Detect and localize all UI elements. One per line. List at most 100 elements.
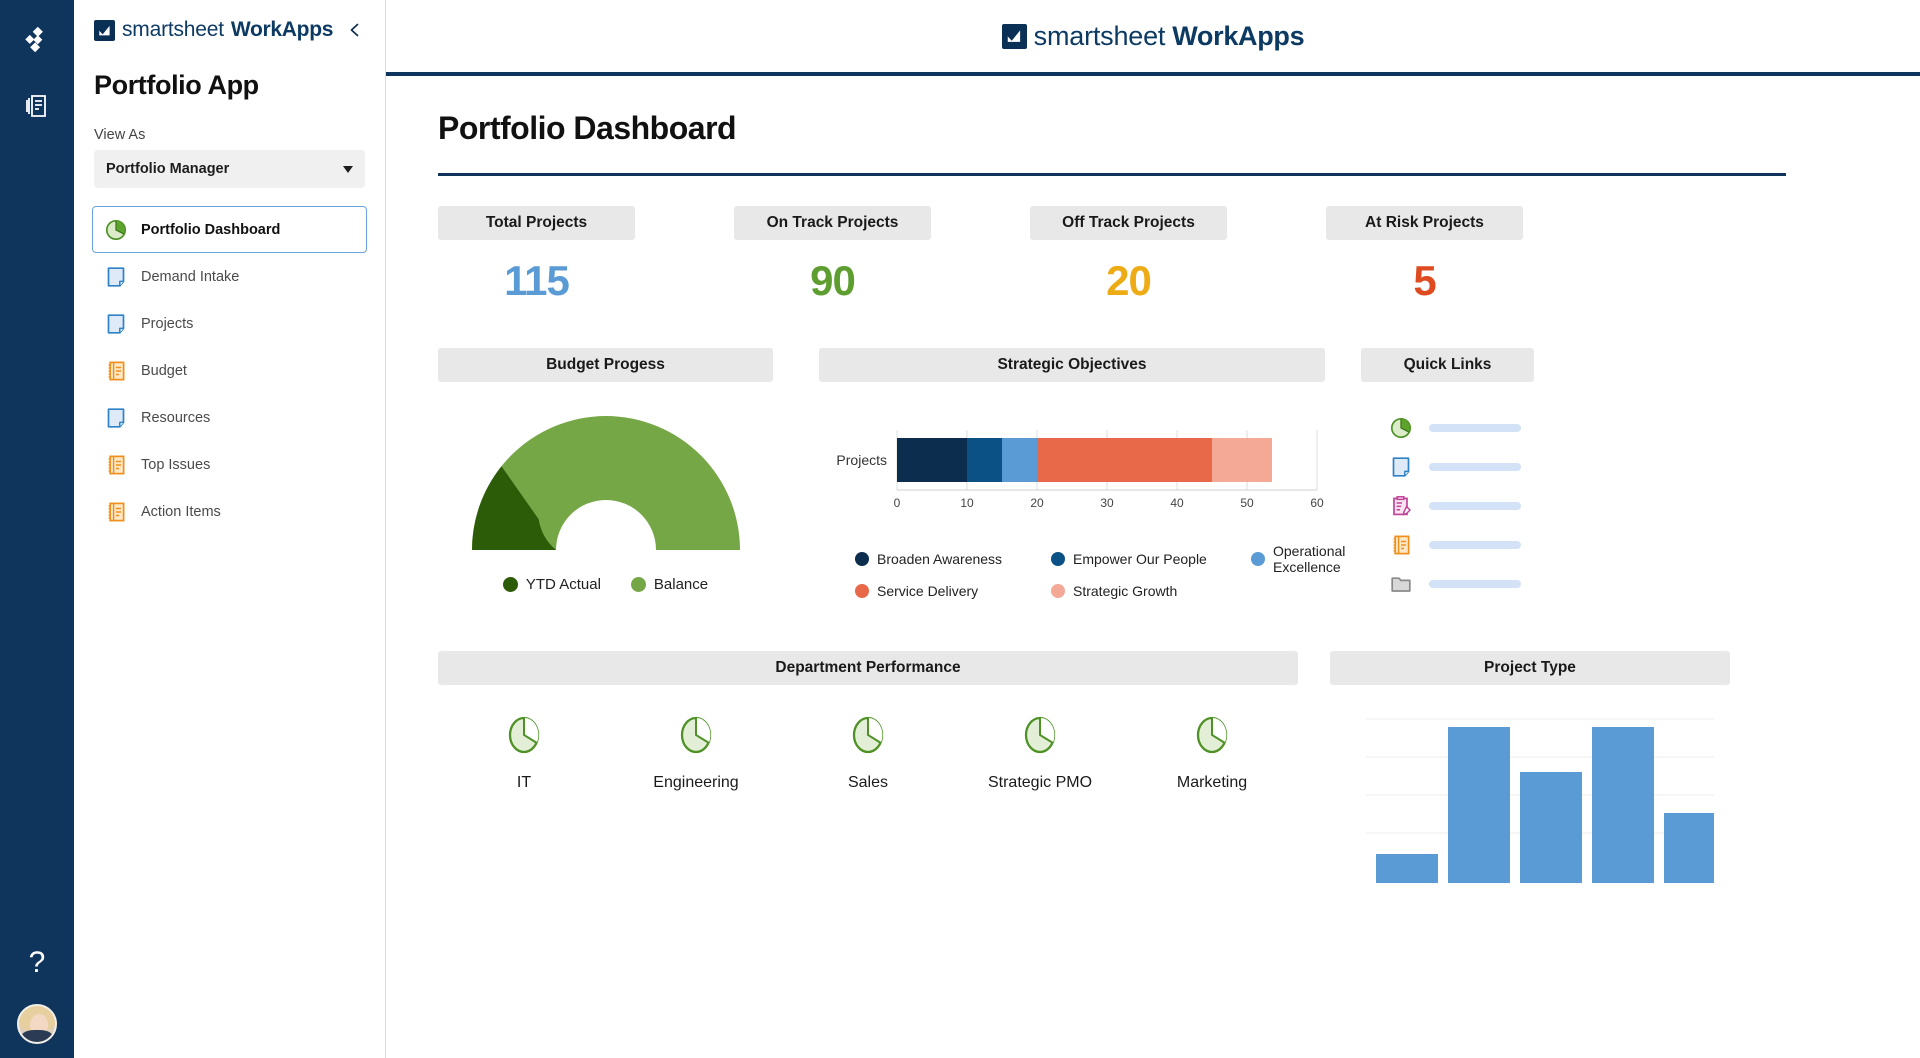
pie-chart-icon xyxy=(506,715,542,760)
bottom-widget-row: Department Performance IT xyxy=(438,651,1920,883)
quick-link-row[interactable] xyxy=(1389,525,1534,564)
smartsheet-logo-mark xyxy=(94,20,115,41)
dashboard-canvas: Portfolio Dashboard Total Projects 115 O… xyxy=(386,76,1920,1058)
sidebar-item-label: Budget xyxy=(141,363,187,379)
legend-swatch xyxy=(1251,552,1265,566)
sidebar-header: smartsheet WorkApps xyxy=(74,0,385,44)
widget-title-strategic: Strategic Objectives xyxy=(819,348,1325,382)
pie-chart-icon xyxy=(104,218,128,242)
view-as-select[interactable]: Portfolio Manager xyxy=(94,150,365,188)
form-icon xyxy=(1389,494,1413,518)
pie-chart-icon xyxy=(850,715,886,760)
quick-link-row[interactable] xyxy=(1389,408,1534,447)
legend-label: Service Delivery xyxy=(877,583,978,599)
sidebar-item-projects[interactable]: Projects xyxy=(92,300,367,347)
dashboard-title: Portfolio Dashboard xyxy=(438,110,1920,147)
view-as-label: View As xyxy=(74,101,385,150)
sheet-icon xyxy=(104,406,128,430)
sidebar-item-label: Top Issues xyxy=(141,457,210,473)
legend-swatch xyxy=(1051,584,1065,598)
quick-link-row[interactable] xyxy=(1389,564,1534,603)
legend-item-operational-excellence: Operational Excellence xyxy=(1251,543,1345,575)
legend-label: Balance xyxy=(654,576,708,593)
smartsheet-logo-mark xyxy=(1002,24,1027,49)
kpi-value: 90 xyxy=(734,257,931,305)
department-cell-sales[interactable]: Sales xyxy=(782,715,954,792)
legend-swatch xyxy=(855,552,869,566)
kpi-label: At Risk Projects xyxy=(1326,206,1523,240)
top-bar: smartsheet WorkApps xyxy=(386,0,1920,76)
title-divider xyxy=(438,173,1786,176)
smartsheet-workapps-logo: smartsheet WorkApps xyxy=(94,18,341,42)
sidebar-item-label: Demand Intake xyxy=(141,269,239,285)
collapse-sidebar-button[interactable] xyxy=(341,16,369,44)
legend-label: YTD Actual xyxy=(526,576,601,593)
workapp-book-icon[interactable] xyxy=(15,84,59,128)
svg-text:10: 10 xyxy=(960,496,974,510)
strategic-objectives-legend: Broaden Awareness Empower Our People Ope… xyxy=(819,543,1325,599)
department-label: Strategic PMO xyxy=(988,774,1092,792)
svg-text:40: 40 xyxy=(1170,496,1184,510)
department-label: Engineering xyxy=(653,774,738,792)
quick-link-placeholder xyxy=(1429,424,1521,432)
apps-grid-icon[interactable] xyxy=(15,18,59,62)
widget-title-quick-links: Quick Links xyxy=(1361,348,1534,382)
legend-label: Strategic Growth xyxy=(1073,583,1177,599)
svg-text:60: 60 xyxy=(1310,496,1324,510)
logo-text-workapps: WorkApps xyxy=(231,18,333,42)
legend-item-broaden-awareness: Broaden Awareness xyxy=(855,543,1051,575)
kpi-card-at-risk-projects[interactable]: At Risk Projects 5 xyxy=(1326,206,1523,305)
department-label: IT xyxy=(517,774,531,792)
topbar-logo: smartsheet WorkApps xyxy=(1002,21,1305,52)
sheet-icon xyxy=(104,265,128,289)
bar xyxy=(1592,727,1654,883)
kpi-card-off-track-projects[interactable]: Off Track Projects 20 xyxy=(1030,206,1227,305)
kpi-value: 115 xyxy=(438,257,635,305)
widget-title-budget: Budget Progess xyxy=(438,348,773,382)
view-as-value: Portfolio Manager xyxy=(106,161,343,177)
sidebar-item-label: Resources xyxy=(141,410,210,426)
report-icon xyxy=(104,359,128,383)
sidebar-item-action-items[interactable]: Action Items xyxy=(92,488,367,535)
department-cell-engineering[interactable]: Engineering xyxy=(610,715,782,792)
rail-bottom-group: ? xyxy=(0,948,74,1044)
svg-text:20: 20 xyxy=(1030,496,1044,510)
quick-link-row[interactable] xyxy=(1389,447,1534,486)
bar xyxy=(1520,772,1582,883)
axis-category-label: Projects xyxy=(836,452,887,468)
help-icon[interactable]: ? xyxy=(29,948,46,978)
legend-swatch xyxy=(1051,552,1065,566)
chevron-down-icon xyxy=(343,166,353,173)
sidebar-item-budget[interactable]: Budget xyxy=(92,347,367,394)
folder-icon xyxy=(1389,572,1413,596)
bar-segment-service-delivery xyxy=(1037,438,1212,482)
app-sidebar: smartsheet WorkApps Portfolio App View A… xyxy=(74,0,386,1058)
bar-segment-operational-excellence xyxy=(1002,438,1037,482)
kpi-card-total-projects[interactable]: Total Projects 115 xyxy=(438,206,635,305)
pie-chart-icon xyxy=(1194,715,1230,760)
sidebar-item-demand-intake[interactable]: Demand Intake xyxy=(92,253,367,300)
legend-swatch xyxy=(631,577,646,592)
legend-item-ytd-actual: YTD Actual xyxy=(503,576,601,593)
quick-link-row[interactable] xyxy=(1389,486,1534,525)
kpi-card-on-track-projects[interactable]: On Track Projects 90 xyxy=(734,206,931,305)
department-cell-strategic-pmo[interactable]: Strategic PMO xyxy=(954,715,1126,792)
logo-text-smartsheet: smartsheet xyxy=(122,18,224,42)
report-icon xyxy=(104,453,128,477)
department-cell-it[interactable]: IT xyxy=(438,715,610,792)
project-type-bars xyxy=(1366,713,1714,883)
kpi-label: Total Projects xyxy=(438,206,635,240)
legend-label: Empower Our People xyxy=(1073,551,1207,567)
bar xyxy=(1664,813,1714,883)
department-label: Sales xyxy=(848,774,888,792)
quick-link-placeholder xyxy=(1429,541,1521,549)
sidebar-item-label: Action Items xyxy=(141,504,221,520)
user-avatar[interactable] xyxy=(17,1004,57,1044)
sidebar-item-resources[interactable]: Resources xyxy=(92,394,367,441)
strategic-objectives-chart: Projects xyxy=(819,408,1325,528)
sidebar-item-portfolio-dashboard[interactable]: Portfolio Dashboard xyxy=(92,206,367,253)
project-type-chart xyxy=(1330,713,1730,883)
logo-text-smartsheet: smartsheet xyxy=(1034,21,1166,52)
department-cell-marketing[interactable]: Marketing xyxy=(1126,715,1298,792)
sidebar-item-top-issues[interactable]: Top Issues xyxy=(92,441,367,488)
